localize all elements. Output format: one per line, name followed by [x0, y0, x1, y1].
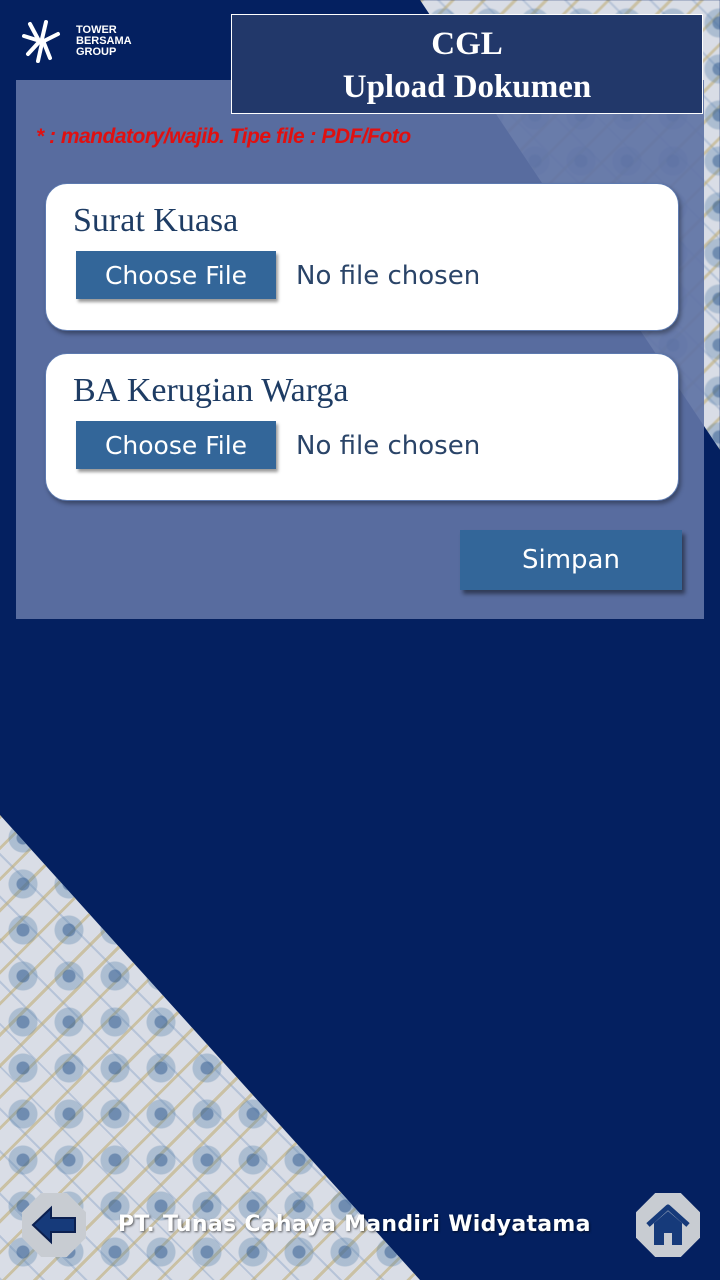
file-status-text: No file chosen	[296, 431, 481, 461]
home-icon	[646, 1204, 690, 1245]
page-title-line1: CGL	[431, 26, 503, 62]
field-label: Surat Kuasa	[73, 202, 239, 239]
choose-file-button[interactable]: Choose File	[76, 251, 276, 299]
home-button[interactable]	[636, 1193, 700, 1257]
logo-burst-icon	[22, 20, 60, 63]
mandatory-note: * : mandatory/wajib. Tipe file : PDF/Fot…	[36, 125, 411, 148]
save-button[interactable]: Simpan	[460, 530, 682, 590]
footer-company-name: PT. Tunas Cahaya Mandiri Widyatama	[118, 1212, 591, 1237]
choose-file-button[interactable]: Choose File	[76, 421, 276, 469]
upload-card-ba-kerugian-warga: BA Kerugian Warga Choose File No file ch…	[45, 353, 679, 501]
page-title-line2: Upload Dokumen	[342, 69, 592, 105]
upload-card-surat-kuasa: Surat Kuasa Choose File No file chosen	[45, 183, 679, 331]
page-title: CGL Upload Dokumen	[231, 14, 703, 114]
logo-text-line2: BERSAMA	[76, 34, 132, 47]
logo-text-line3: GROUP	[76, 45, 117, 58]
field-label: BA Kerugian Warga	[73, 372, 349, 409]
tower-bersama-logo: TOWER BERSAMA GROUP	[16, 14, 146, 68]
arrow-left-icon	[31, 1205, 76, 1245]
logo-text-line1: TOWER	[76, 23, 117, 36]
file-status-text: No file chosen	[296, 261, 481, 291]
